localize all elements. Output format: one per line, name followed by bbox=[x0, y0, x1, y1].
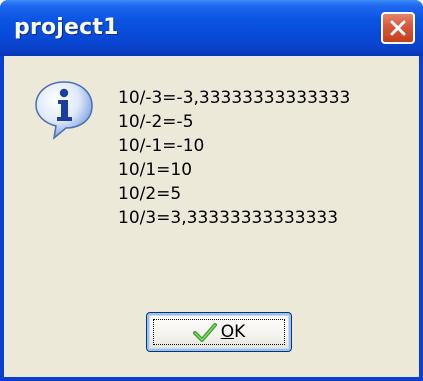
message-dialog: project1 10/-3=-3,33333333333333 10/-2=-… bbox=[0, 0, 423, 381]
message-line: 10/-3=-3,33333333333333 bbox=[118, 88, 351, 108]
information-icon bbox=[32, 78, 96, 142]
message-line: 10/3=3,33333333333333 bbox=[118, 208, 339, 228]
message-line: 10/-1=-10 bbox=[118, 136, 205, 156]
message-line: 10/1=10 bbox=[118, 160, 193, 180]
close-icon bbox=[390, 20, 406, 36]
title-bar[interactable]: project1 bbox=[0, 0, 423, 56]
close-button[interactable] bbox=[381, 12, 415, 44]
checkmark-icon bbox=[192, 323, 217, 342]
message-text: 10/-3=-3,33333333333333 10/-2=-5 10/-1=-… bbox=[118, 86, 350, 230]
window-title: project1 bbox=[14, 15, 119, 40]
dialog-body: 10/-3=-3,33333333333333 10/-2=-5 10/-1=-… bbox=[4, 56, 419, 377]
message-line: 10/-2=-5 bbox=[118, 112, 194, 132]
ok-button-label: OK bbox=[220, 322, 246, 342]
message-line: 10/2=5 bbox=[118, 184, 182, 204]
ok-button[interactable]: OK bbox=[146, 312, 292, 352]
